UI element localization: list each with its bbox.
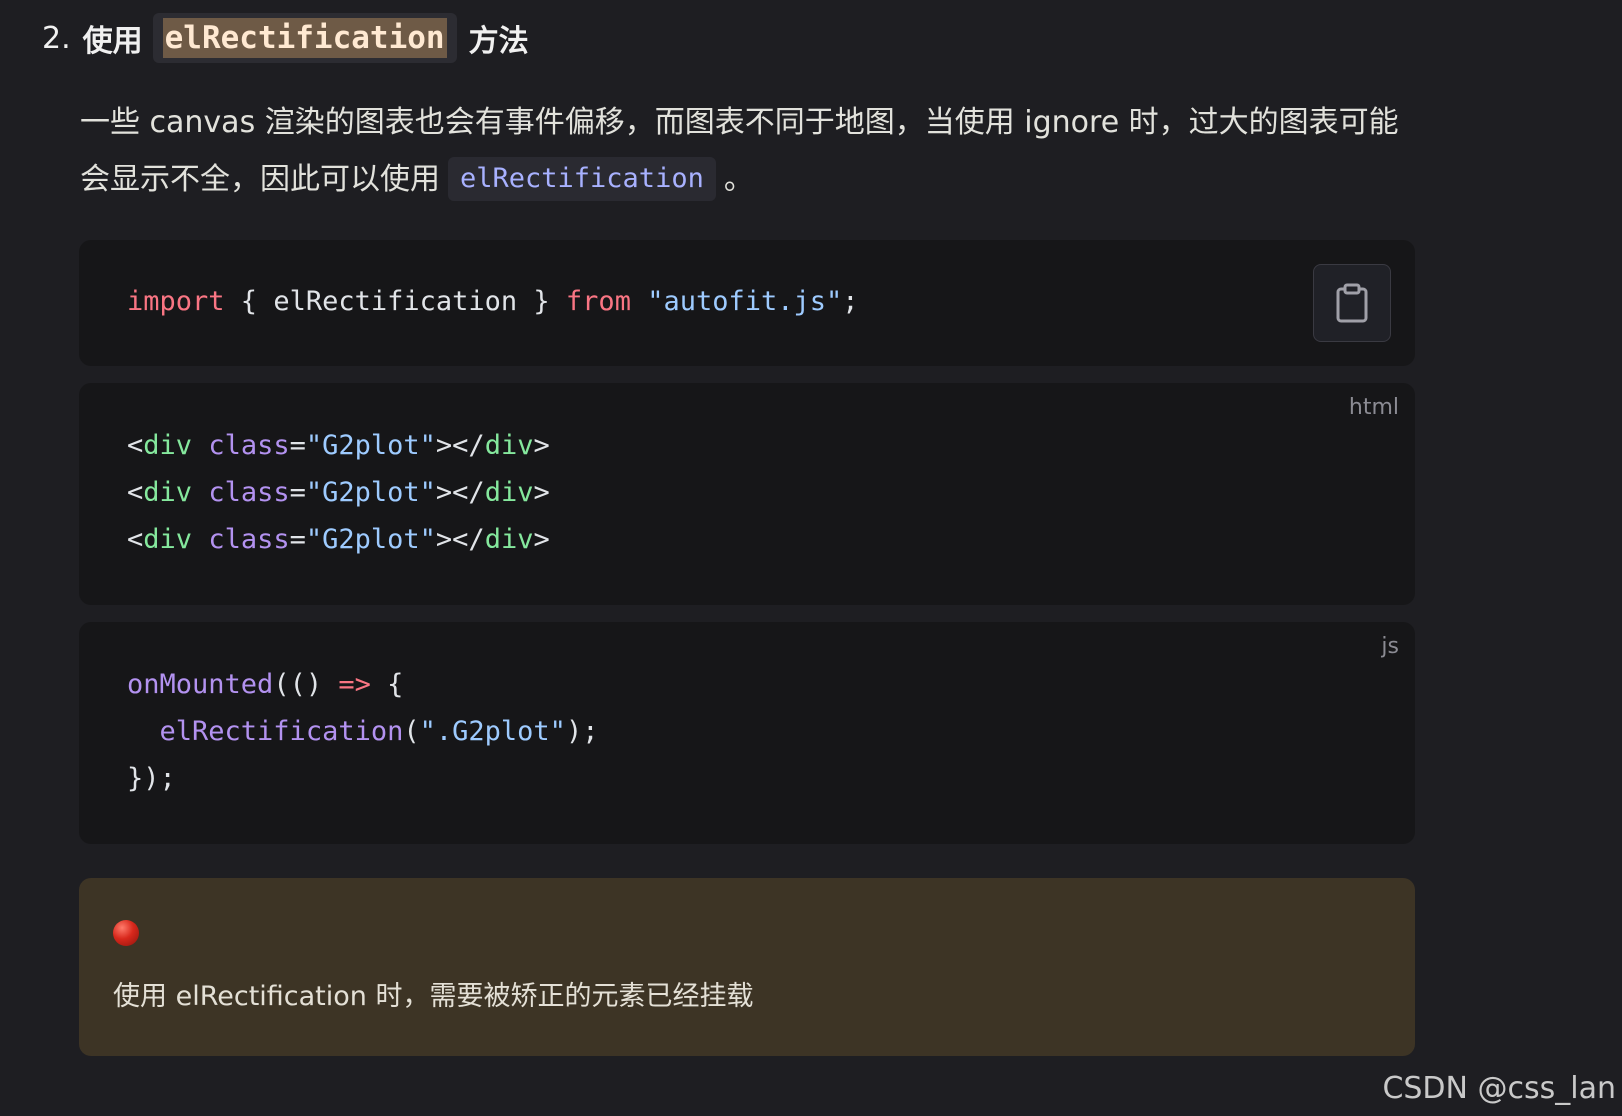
code-line: }); [127,755,176,802]
code-language-label: js [1381,634,1399,659]
code-token: = [289,430,306,461]
code-token: < [127,430,144,461]
heading-code: elRectification [152,13,457,63]
code-token: onMounted [127,669,274,700]
code-token: "G2plot" [305,430,436,461]
code-block-import: import { elRectification } from "autofit… [79,240,1415,366]
red-circle-icon [113,920,139,946]
code-block-js: js onMounted(() => { elRectification(".G… [79,622,1415,844]
code-token: = [289,524,306,555]
code-token: div [484,430,534,461]
copy-code-button[interactable] [1313,264,1391,342]
code-token: elRectification [159,716,404,747]
code-token: div [143,477,193,508]
paragraph-end: 。 [723,162,754,197]
code-token: class [208,430,290,461]
code-token: { elRectification } [224,286,566,317]
heading-code-text: elRectification [162,18,447,58]
code-token: import [127,286,225,317]
code-token: > [533,524,550,555]
heading-suffix: 方法 [468,24,529,59]
code-token: (() [273,669,339,700]
code-line: <div class="G2plot"></div> [127,422,550,469]
code-token: div [484,524,534,555]
code-line: elRectification(".G2plot"); [127,708,599,755]
code-token: ( [403,716,420,747]
code-token: = [289,477,306,508]
clipboard-icon [1336,283,1368,323]
code-token: ></ [435,430,485,461]
doc-page: 2. 使用 elRectification 方法 一些 canvas 渲染的图表… [0,0,1622,1116]
code-token: div [143,430,193,461]
code-token: => [338,669,371,700]
code-token: "autofit.js" [647,286,843,317]
code-token: { [370,669,404,700]
code-token: div [484,477,534,508]
code-line: onMounted(() => { [127,661,403,708]
heading-number: 2. [42,20,71,56]
code-token: ></ [435,477,485,508]
code-token: > [533,430,550,461]
watermark: CSDN @css_lan [1382,1071,1616,1106]
code-token: "G2plot" [305,477,436,508]
warning-callout: 使用 elRectification 时，需要被矫正的元素已经挂载 [79,878,1415,1056]
code-language-label: html [1348,395,1399,420]
code-token: ; [842,286,859,317]
code-token: div [143,524,193,555]
code-token: class [208,524,290,555]
code-line: <div class="G2plot"></div> [127,469,550,516]
code-line: import { elRectification } from "autofit… [127,278,859,325]
code-token: ".G2plot" [419,716,566,747]
code-token: < [127,524,144,555]
heading-prefix: 使用 [82,24,143,59]
inline-code: elRectification [448,157,716,201]
code-block-html: html <div class="G2plot"></div> <div cla… [79,383,1415,605]
code-token: from [565,286,631,317]
code-line: <div class="G2plot"></div> [127,516,550,563]
code-token: class [208,477,290,508]
description-paragraph: 一些 canvas 渲染的图表也会有事件偏移，而图表不同于地图，当使用 igno… [80,94,1420,208]
code-token: ); [565,716,599,747]
code-token: "G2plot" [305,524,436,555]
code-token: > [533,477,550,508]
code-token: ></ [435,524,485,555]
section-heading: 2. 使用 elRectification 方法 [42,12,529,64]
code-token: }); [127,763,176,794]
code-token: < [127,477,144,508]
callout-text: 使用 elRectification 时，需要被矫正的元素已经挂载 [113,981,754,1012]
